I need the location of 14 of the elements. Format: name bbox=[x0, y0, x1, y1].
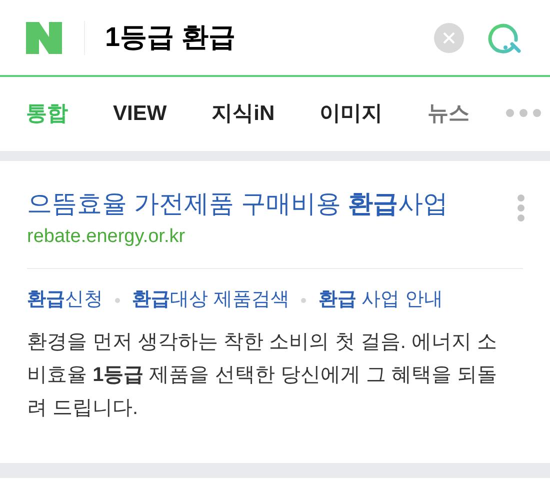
tab[interactable]: VIEW bbox=[113, 98, 167, 130]
sublink[interactable]: 환급신청 bbox=[27, 286, 103, 314]
tab[interactable]: 이미지 bbox=[320, 98, 383, 130]
logo-icon[interactable] bbox=[26, 22, 62, 54]
sublink[interactable]: 환급대상 제품검색 bbox=[132, 286, 290, 314]
clear-button[interactable] bbox=[434, 22, 464, 52]
kebab-menu-icon[interactable] bbox=[517, 194, 525, 222]
result-description: 환경을 먼저 생각하는 착한 소비의 첫 걸음. 에너지 소비효율 1등급 제품을 선택한 당신에게 그 혜택을 되돌려 드립니다. bbox=[27, 330, 498, 421]
sublink[interactable]: 환급 사업 안내 bbox=[318, 286, 443, 314]
tab[interactable]: 뉴스 bbox=[428, 98, 470, 130]
more-icon[interactable] bbox=[505, 108, 542, 118]
close-icon bbox=[443, 32, 455, 44]
search-field[interactable]: 1등급 환급 bbox=[105, 17, 434, 58]
tab[interactable]: 지식iN bbox=[212, 98, 275, 130]
